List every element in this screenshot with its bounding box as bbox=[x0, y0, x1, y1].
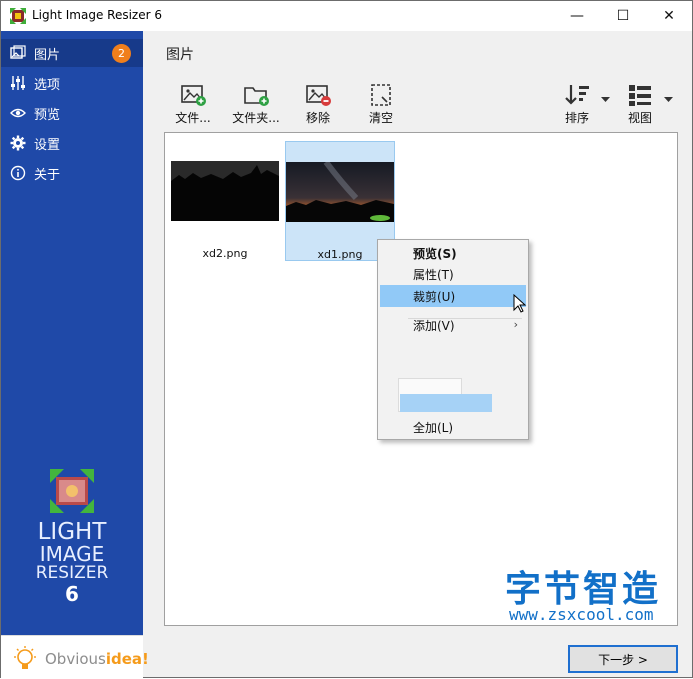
image-thumbnail[interactable]: xd2.png bbox=[171, 141, 281, 261]
sidebar-item-images[interactable]: 图片 2 bbox=[1, 39, 143, 67]
add-folder-label: 文件夹... bbox=[232, 111, 280, 125]
view-list-icon bbox=[629, 85, 651, 106]
sidebar-item-label: 选项 bbox=[34, 77, 61, 93]
add-image-icon bbox=[181, 85, 206, 106]
app-window: Light Image Resizer 6 — ☐ ✕ 图片 2 选项 预览 设… bbox=[0, 0, 693, 679]
sidebar-item-label: 图片 bbox=[34, 47, 61, 63]
context-menu-add-label: 添加(V) bbox=[413, 318, 455, 333]
context-menu-add-all[interactable]: 全加(L) bbox=[380, 416, 526, 438]
context-menu-add[interactable]: 添加(V) › bbox=[380, 314, 526, 336]
title-bar[interactable]: Light Image Resizer 6 — ☐ ✕ bbox=[1, 1, 692, 31]
submenu-highlight-fragment bbox=[400, 394, 492, 412]
view-label: 视图 bbox=[627, 111, 652, 125]
add-folder-button[interactable]: 文件夹... bbox=[230, 83, 282, 127]
images-count-badge: 2 bbox=[112, 44, 131, 63]
eye-icon bbox=[10, 105, 26, 121]
sidebar-item-label: 关于 bbox=[34, 167, 61, 183]
app-icon bbox=[10, 8, 26, 24]
sidebar-item-label: 设置 bbox=[34, 137, 61, 153]
logo-image bbox=[50, 469, 94, 513]
window-title: Light Image Resizer 6 bbox=[32, 8, 162, 22]
remove-image-icon bbox=[306, 85, 331, 106]
image-preview-xd2 bbox=[171, 161, 279, 221]
context-menu-crop[interactable]: 裁剪(U) bbox=[380, 285, 526, 307]
remove-button[interactable]: 移除 bbox=[292, 83, 344, 127]
clear-label: 清空 bbox=[368, 111, 393, 125]
sort-label: 排序 bbox=[564, 111, 589, 125]
sidebar: 图片 2 选项 预览 设置 关于 LIGHT IMAGE RESIZER 6 bbox=[1, 31, 143, 635]
context-menu-properties[interactable]: 属性(T) bbox=[380, 263, 526, 285]
sliders-icon bbox=[10, 75, 26, 91]
lightbulb-icon bbox=[14, 646, 36, 669]
add-files-label: 文件... bbox=[175, 111, 211, 125]
submenu-arrow-icon: › bbox=[513, 318, 518, 331]
clear-button[interactable]: 清空 bbox=[355, 83, 407, 127]
mouse-cursor-icon bbox=[513, 294, 527, 313]
image-filename: xd2.png bbox=[202, 247, 248, 260]
sort-icon bbox=[565, 85, 589, 105]
maximize-button[interactable]: ☐ bbox=[600, 1, 646, 31]
remove-label: 移除 bbox=[305, 111, 330, 125]
logo-text-version: 6 bbox=[65, 582, 79, 606]
brand-footer: Obviousidea! bbox=[1, 635, 149, 679]
brand-name: Obviousidea! bbox=[45, 650, 149, 668]
logo-text-resizer: RESIZER bbox=[35, 563, 109, 583]
context-menu-preview[interactable]: 预览(S) bbox=[380, 242, 526, 264]
image-preview-xd1 bbox=[286, 162, 394, 222]
sidebar-item-label: 预览 bbox=[34, 107, 61, 123]
watermark-url: www.zsxcool.com bbox=[509, 605, 654, 624]
page-title: 图片 bbox=[166, 47, 194, 63]
sidebar-item-settings[interactable]: 设置 bbox=[1, 129, 143, 157]
gear-icon bbox=[10, 135, 26, 151]
minimize-button[interactable]: — bbox=[554, 1, 600, 31]
view-dropdown-arrow-icon[interactable] bbox=[664, 97, 673, 103]
sort-button[interactable]: 排序 bbox=[551, 83, 603, 127]
images-icon bbox=[10, 45, 26, 61]
add-folder-icon bbox=[244, 87, 269, 106]
sidebar-item-about[interactable]: 关于 bbox=[1, 159, 143, 187]
view-button[interactable]: 视图 bbox=[614, 83, 666, 127]
info-icon bbox=[10, 165, 26, 181]
sidebar-item-preview[interactable]: 预览 bbox=[1, 99, 143, 127]
sidebar-item-options[interactable]: 选项 bbox=[1, 69, 143, 97]
sort-dropdown-arrow-icon[interactable] bbox=[601, 97, 610, 103]
close-button[interactable]: ✕ bbox=[646, 1, 692, 31]
next-step-button[interactable]: 下一步 > bbox=[568, 645, 678, 673]
clear-icon bbox=[371, 84, 391, 106]
add-files-button[interactable]: 文件... bbox=[167, 83, 219, 127]
